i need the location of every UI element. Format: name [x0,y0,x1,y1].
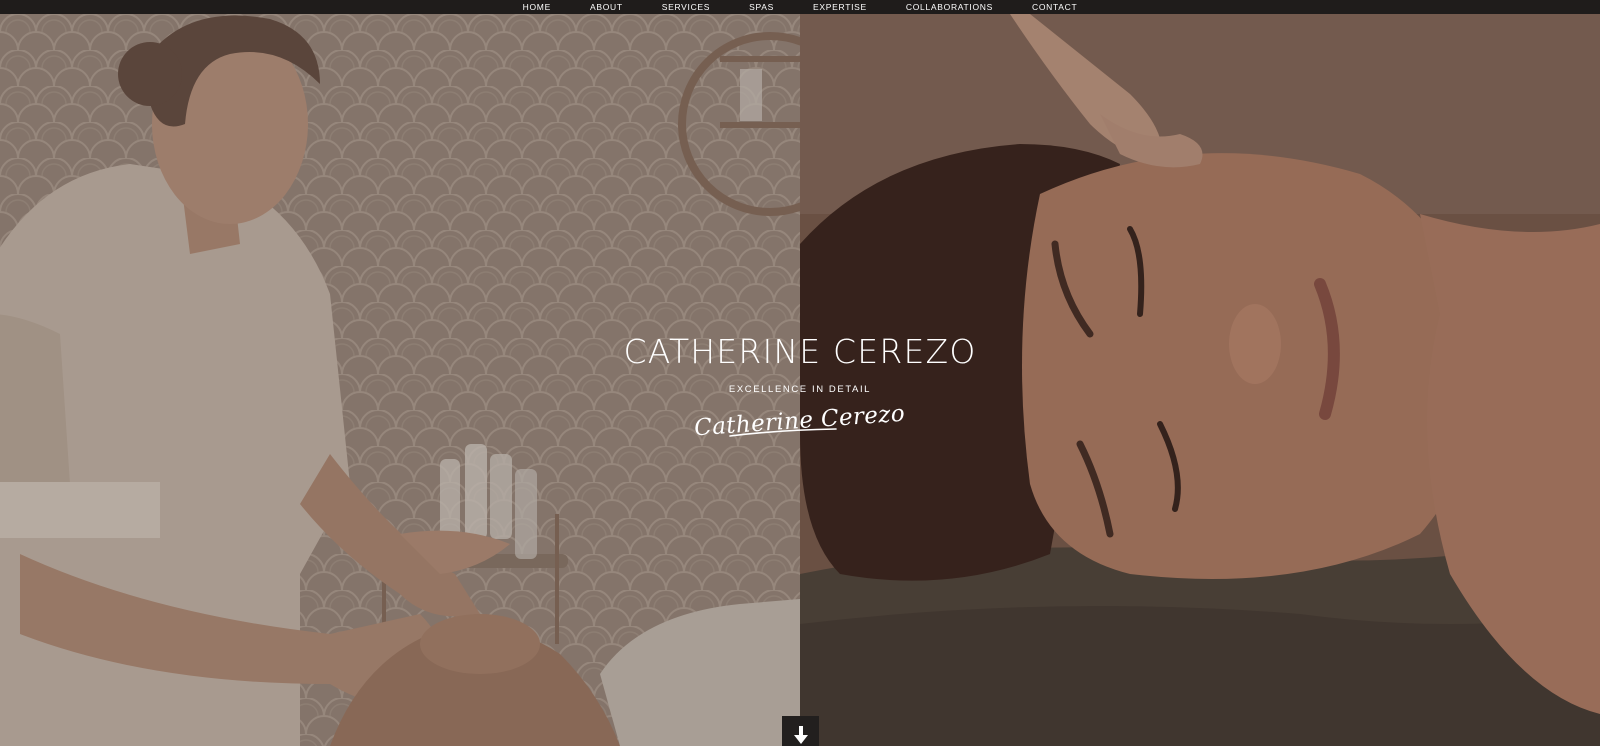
top-navigation: HOME ABOUT SERVICES SPAS EXPERTISE COLLA… [0,0,1600,14]
nav-item-expertise[interactable]: EXPERTISE [813,0,867,14]
nav-item-about[interactable]: ABOUT [590,0,623,14]
nav-item-contact[interactable]: CONTACT [1032,0,1077,14]
arrow-down-icon [793,725,808,744]
hero-tagline: EXCELLENCE IN DETAIL [728,384,872,395]
nav-item-collaborations[interactable]: COLLABORATIONS [906,0,993,14]
signature-logo: Catherine Cerezo [694,396,907,442]
hero-section: CATHERINE CEREZO EXCELLENCE IN DETAIL Ca… [0,14,1600,746]
scroll-down-button[interactable] [782,716,819,746]
nav-item-services[interactable]: SERVICES [662,0,710,14]
nav-menu: HOME ABOUT SERVICES SPAS EXPERTISE COLLA… [523,0,1078,14]
signature-flourish [729,428,838,437]
nav-item-home[interactable]: HOME [523,0,551,14]
hero-brand-block: CATHERINE CEREZO EXCELLENCE IN DETAIL Ca… [0,332,1600,442]
hero-title: CATHERINE CEREZO [623,332,977,371]
nav-item-spas[interactable]: SPAS [749,0,774,14]
